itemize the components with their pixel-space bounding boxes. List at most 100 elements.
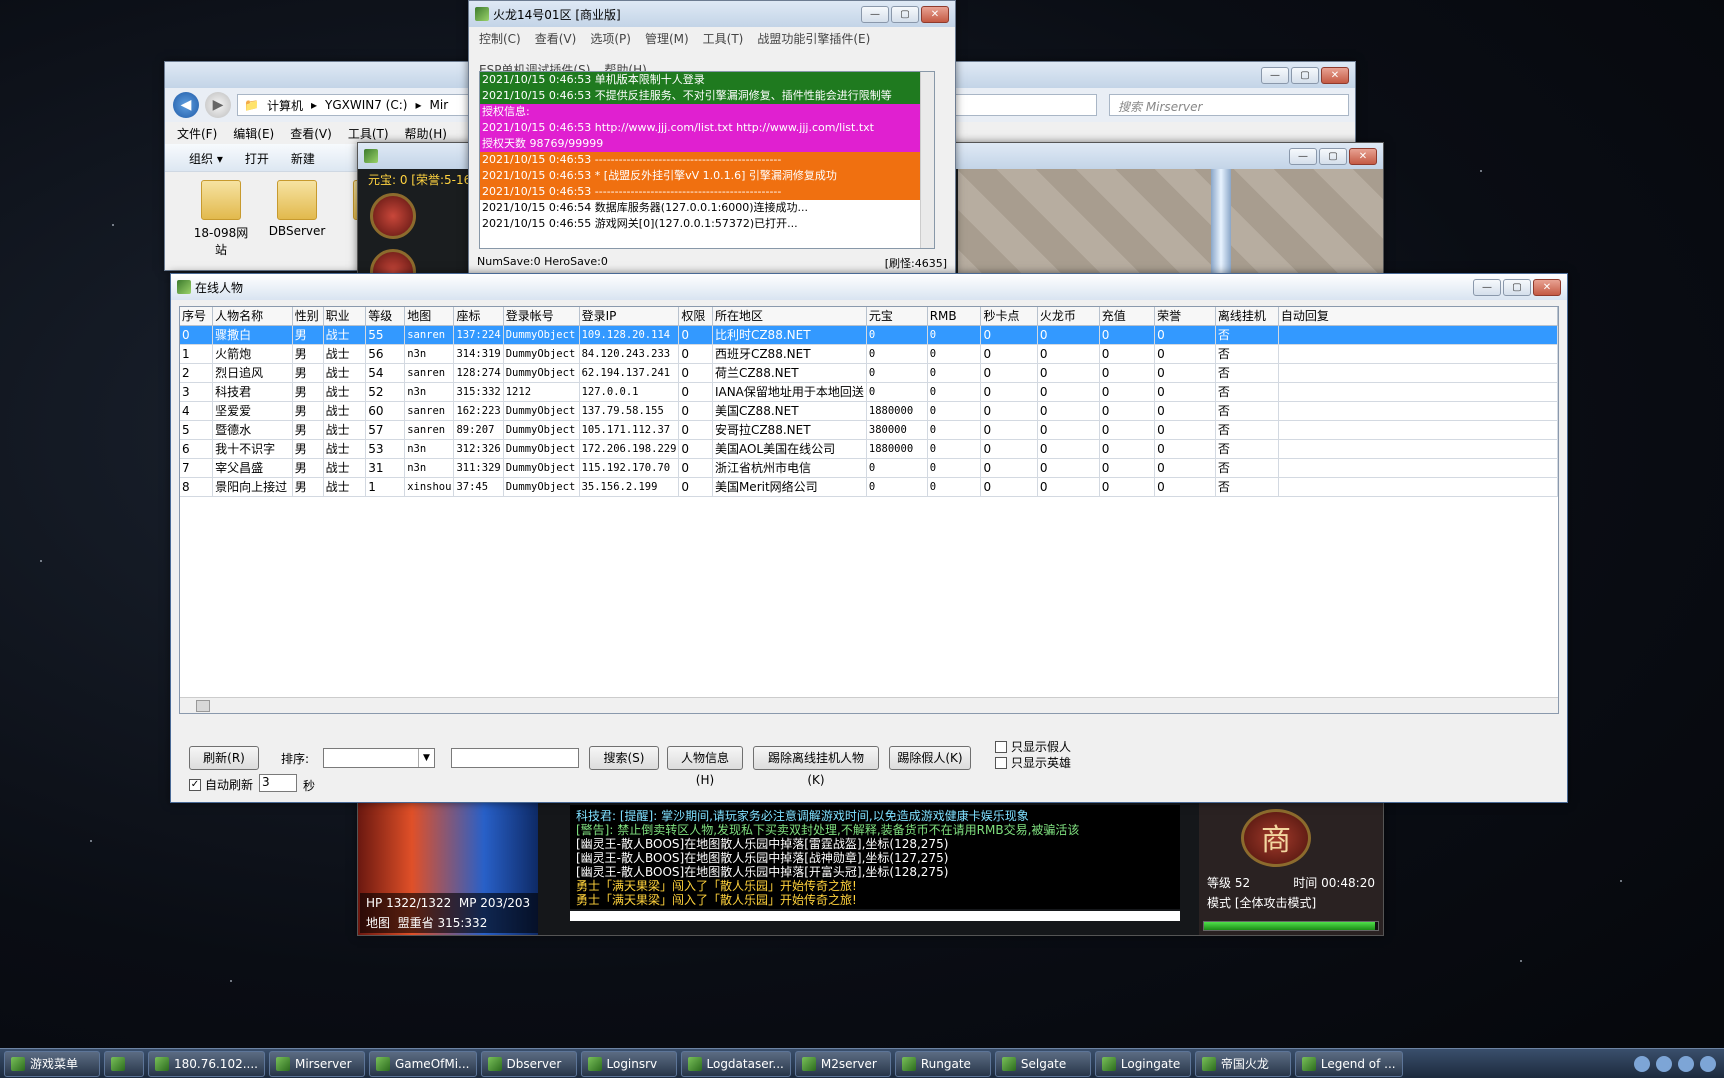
breadcrumb-item[interactable]: Mir (430, 98, 449, 112)
tray-icon[interactable] (1700, 1055, 1716, 1072)
taskbar-item[interactable]: 180.76.102.... (148, 1050, 265, 1077)
open-button[interactable]: 打开 (245, 150, 269, 166)
taskbar-item[interactable]: 游戏菜单 (4, 1050, 100, 1077)
column-header[interactable]: 权限 (678, 307, 713, 326)
sort-select[interactable]: ▼ (323, 748, 435, 768)
kick-fake-button[interactable]: 踢除假人(K) (889, 746, 971, 770)
column-header[interactable]: 荣誉 (1154, 307, 1216, 326)
close-button[interactable]: ✕ (1533, 278, 1561, 296)
search-button[interactable]: 搜索(S) (589, 746, 659, 770)
column-header[interactable]: 地图 (404, 307, 455, 326)
table-row[interactable]: 8 景阳向上接过男战士 1 xinshou 37:45 DummyObject 35.156… (180, 477, 1558, 497)
breadcrumb-item[interactable]: 计算机 (267, 97, 303, 114)
taskbar-item[interactable]: Selgate (994, 1050, 1091, 1077)
column-header[interactable]: 充值 (1099, 307, 1156, 326)
table-row[interactable]: 2 烈日追风男战士 54 sanren 128:274 DummyObject 62.194… (180, 363, 1558, 383)
minimize-button[interactable]: — (861, 5, 889, 23)
log-scrollbar[interactable] (920, 72, 934, 248)
column-header[interactable]: 元宝 (866, 307, 928, 326)
column-header[interactable]: 登录IP (579, 307, 680, 326)
taskbar-item[interactable]: Rungate (894, 1050, 991, 1077)
taskbar-item[interactable]: Loginsrv (580, 1050, 677, 1077)
player-info-button[interactable]: 人物信息(H) (667, 746, 743, 787)
scroll-thumb[interactable] (196, 700, 210, 712)
menu-options[interactable]: 选项(P) (590, 30, 631, 47)
only-hero-checkbox[interactable]: 只显示英雄 (995, 754, 1071, 771)
medal-icon[interactable] (370, 193, 416, 239)
column-header[interactable]: 职业 (323, 307, 367, 326)
table-row[interactable]: 5 暨德水男战士 57 sanren 89:207 DummyObject 105.171.… (180, 420, 1558, 440)
menu-tools[interactable]: 工具(T) (703, 30, 744, 47)
system-tray[interactable] (1634, 1055, 1724, 1072)
breadcrumb-item[interactable]: YGXWIN7 (C:) (325, 98, 407, 112)
new-button[interactable]: 新建 (291, 150, 315, 166)
column-header[interactable]: 离线挂机 (1215, 307, 1279, 326)
taskbar-item[interactable]: Logdataser... (680, 1050, 791, 1077)
chat-input[interactable] (570, 911, 1180, 921)
only-fake-checkbox[interactable]: 只显示假人 (995, 738, 1071, 755)
taskbar-item[interactable]: Legend of ... (1294, 1050, 1403, 1077)
maximize-button[interactable]: ▢ (1319, 147, 1347, 165)
folder-item[interactable]: DBServer (265, 180, 329, 258)
table-row[interactable]: 3 科技君男战士 52 n3n 315:332 1212 127.0.0.1 0 IANA保留地… (180, 382, 1558, 402)
table-row[interactable]: 0 骤撒白男战士 55 sanren 137:224 DummyObject 109.128… (180, 325, 1558, 345)
search-input[interactable] (451, 748, 579, 768)
minimize-button[interactable]: — (1289, 147, 1317, 165)
refresh-button[interactable]: 刷新(R) (189, 746, 259, 770)
taskbar-item[interactable] (104, 1050, 144, 1077)
tray-icon[interactable] (1634, 1055, 1650, 1072)
tray-icon[interactable] (1678, 1055, 1694, 1072)
attack-mode[interactable]: 模式 [全体攻击模式] (1207, 893, 1316, 913)
column-header[interactable]: 火龙币 (1037, 307, 1100, 326)
organize-button[interactable]: 组织 ▾ (189, 150, 223, 166)
menu-edit[interactable]: 编辑(E) (233, 125, 274, 141)
table-hscrollbar[interactable] (180, 697, 1558, 713)
maximize-button[interactable]: ▢ (1503, 278, 1531, 296)
menu-manage[interactable]: 管理(M) (645, 30, 689, 47)
menu-view[interactable]: 查看(V) (290, 125, 332, 141)
table-row[interactable]: 4 坚爱爱男战士 60 sanren 162:223 DummyObject 137.79.… (180, 401, 1558, 421)
maximize-button[interactable]: ▢ (1291, 66, 1319, 84)
menu-view[interactable]: 查看(V) (535, 30, 577, 47)
menu-help[interactable]: 帮助(H) (405, 125, 447, 141)
table-row[interactable]: 6 我十不识字男战士 53 n3n 312:326 DummyObject 172.206.… (180, 439, 1558, 459)
table-row[interactable]: 1 火箭炮男战士 56 n3n 314:319 DummyObject 84.120.243… (180, 344, 1558, 364)
taskbar-item[interactable]: Mirserver (268, 1050, 365, 1077)
table-row[interactable]: 7 宰父昌盛男战士 31 n3n 311:329 DummyObject 115.192.1… (180, 458, 1558, 478)
folder-item[interactable]: 18-098网站 (189, 180, 253, 258)
minimize-button[interactable]: — (1261, 66, 1289, 84)
column-header[interactable]: 登录帐号 (503, 307, 580, 326)
taskbar-item[interactable]: Logingate (1094, 1050, 1191, 1077)
chevron-down-icon[interactable]: ▼ (418, 749, 434, 767)
back-icon[interactable]: ◀ (173, 92, 199, 118)
menu-file[interactable]: 文件(F) (177, 125, 217, 141)
column-header[interactable]: 所在地区 (712, 307, 867, 326)
column-header[interactable]: 性别 (292, 307, 324, 326)
taskbar-item[interactable]: M2server (794, 1050, 891, 1077)
taskbar-item[interactable]: 帝国火龙 (1194, 1050, 1291, 1077)
refresh-interval-stepper[interactable]: 3 (259, 774, 297, 792)
column-header[interactable]: 座标 (453, 307, 504, 326)
minimize-button[interactable]: — (1473, 278, 1501, 296)
close-button[interactable]: ✕ (1321, 66, 1349, 84)
auto-refresh-checkbox[interactable]: ✓ 自动刷新 (189, 776, 253, 793)
column-header[interactable]: 等级 (365, 307, 406, 326)
forward-icon[interactable]: ▶ (205, 92, 231, 118)
column-header[interactable]: 序号 (180, 307, 214, 326)
search-input[interactable]: 搜索 Mirserver (1109, 94, 1349, 116)
maximize-button[interactable]: ▢ (891, 5, 919, 23)
menu-engine-plugin[interactable]: 战盟功能引擎插件(E) (757, 30, 870, 47)
column-header[interactable]: 人物名称 (212, 307, 293, 326)
taskbar-item[interactable]: GameOfMi... (368, 1050, 477, 1077)
tray-icon[interactable] (1656, 1055, 1672, 1072)
menu-tools[interactable]: 工具(T) (348, 125, 389, 141)
column-header[interactable]: RMB (927, 307, 982, 326)
column-header[interactable]: 自动回复 (1278, 307, 1558, 326)
kick-offline-button[interactable]: 踢除离线挂机人物(K) (753, 746, 879, 787)
shop-button[interactable]: 商 (1241, 809, 1311, 867)
close-button[interactable]: ✕ (1349, 147, 1377, 165)
close-button[interactable]: ✕ (921, 5, 949, 23)
menu-control[interactable]: 控制(C) (479, 30, 521, 47)
taskbar-item[interactable]: Dbserver (480, 1050, 577, 1077)
column-header[interactable]: 秒卡点 (980, 307, 1038, 326)
